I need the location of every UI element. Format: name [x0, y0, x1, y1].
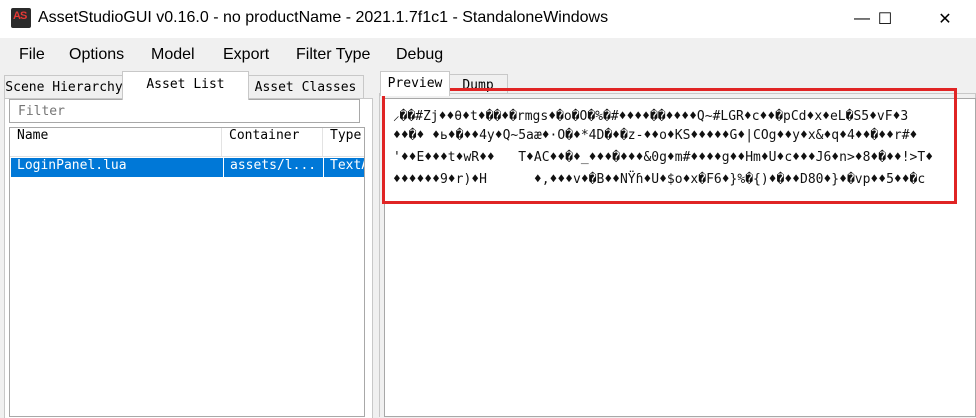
menu-export[interactable]: Export — [223, 46, 269, 64]
app-logo-text: AS — [13, 10, 27, 22]
close-icon: ✕ — [938, 11, 952, 28]
filter-input[interactable] — [10, 100, 359, 122]
preview-line: ♦♦�♦ ♦ь♦�♦♦4y♦Q~5aæ♦·O�♦*4D�♦�z-♦♦o♦KS♦♦… — [393, 128, 918, 143]
table-row[interactable]: LoginPanel.lua assets/l... TextA — [11, 158, 364, 177]
tab-asset-classes[interactable]: Asset Classes — [247, 75, 364, 99]
tab-preview[interactable]: Preview — [380, 71, 450, 96]
menu-bar: File Options Model Export Filter Type De… — [0, 38, 976, 70]
preview-line: ⸝��#Zj♦♦θ♦t♦��♦�rmgs♦�o�O�%�#♦♦♦♦��♦♦♦♦Q… — [393, 109, 909, 124]
cell-container: assets/l... — [224, 158, 323, 177]
window-title: AssetStudioGUI v0.16.0 - no productName … — [38, 9, 609, 26]
filter-field-box — [9, 99, 360, 123]
list-header: Name Container Type — [10, 128, 364, 157]
title-bar: AS AssetStudioGUI v0.16.0 - no productNa… — [0, 0, 976, 38]
asset-list-view[interactable]: Name Container Type LoginPanel.lua asset… — [9, 127, 365, 417]
preview-line: '♦♦E♦♦♦t♦wR♦♦ T♦AC♦♦�♦_♦♦♦�♦♦♦&0g♦m#♦♦♦♦… — [393, 150, 934, 165]
close-button[interactable]: ✕ — [922, 0, 968, 38]
menu-file[interactable]: File — [19, 46, 45, 64]
menu-debug[interactable]: Debug — [396, 46, 443, 64]
menu-filter-type[interactable]: Filter Type — [296, 46, 370, 64]
maximize-button[interactable]: ☐ — [862, 0, 908, 38]
tab-asset-list[interactable]: Asset List — [122, 71, 249, 100]
column-header-type[interactable]: Type — [323, 128, 364, 156]
tab-scene-hierarchy[interactable]: Scene Hierarchy — [4, 75, 124, 99]
menu-model[interactable]: Model — [151, 46, 195, 64]
preview-line: ♦♦♦♦♦♦9♦r)♦H ♦,♦♦♦v♦�B♦♦NŸɦ♦U♦$o♦x�F6♦}%… — [393, 172, 926, 187]
tab-dump[interactable]: Dump — [448, 74, 508, 95]
cell-type: TextA — [324, 158, 364, 177]
menu-options[interactable]: Options — [69, 46, 124, 64]
app-logo-icon: AS — [11, 8, 31, 28]
column-header-container[interactable]: Container — [222, 128, 323, 156]
maximize-icon: ☐ — [877, 11, 893, 28]
preview-text-area[interactable]: ⸝��#Zj♦♦θ♦t♦��♦�rmgs♦�o�O�%�#♦♦♦♦��♦♦♦♦Q… — [384, 98, 976, 417]
cell-name: LoginPanel.lua — [11, 158, 223, 177]
column-header-name[interactable]: Name — [10, 128, 222, 156]
